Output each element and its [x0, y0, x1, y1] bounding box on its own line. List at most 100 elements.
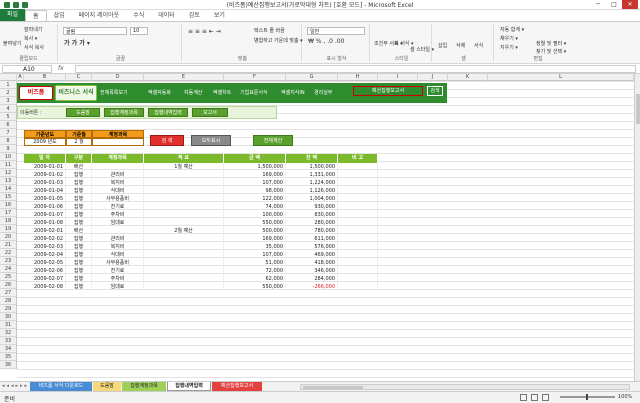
sheet-tab-accounts[interactable]: 집행계정과목	[122, 382, 166, 391]
table-cell[interactable]	[338, 211, 378, 219]
month-value[interactable]: 2 월	[66, 138, 92, 146]
entries-nav-button[interactable]: 집행내역입력	[148, 108, 188, 117]
table-cell[interactable]: 1,500,000	[224, 163, 286, 171]
row-header[interactable]: 19	[0, 225, 16, 233]
table-cell[interactable]: 780,000	[286, 227, 338, 235]
table-cell[interactable]: 576,000	[286, 243, 338, 251]
wrap-text-button[interactable]: 텍스트 줄 바꿈	[254, 27, 285, 34]
table-cell[interactable]	[338, 179, 378, 187]
row-header[interactable]: 29	[0, 305, 16, 313]
table-cell[interactable]: 집행	[66, 195, 92, 203]
table-cell[interactable]: 집행	[66, 275, 92, 283]
report-nav-button[interactable]: 보고서	[192, 108, 228, 117]
table-cell[interactable]: 사무용품비	[92, 259, 144, 267]
table-cell[interactable]: -266,000	[286, 283, 338, 291]
help-nav-button[interactable]: 도움말	[66, 108, 100, 117]
sheet-tab-report[interactable]: 예산집행보고서	[212, 382, 262, 391]
table-cell[interactable]: 169,000	[224, 171, 286, 179]
row-header[interactable]: 2	[0, 89, 16, 97]
table-cell[interactable]	[92, 227, 144, 235]
row-header[interactable]: 17	[0, 209, 16, 217]
select-all-corner[interactable]	[0, 74, 17, 81]
table-cell[interactable]: 2009-01-08	[24, 219, 66, 227]
table-cell[interactable]: 복지비	[92, 243, 144, 251]
zoom-thumb[interactable]	[586, 394, 588, 400]
table-cell[interactable]	[144, 203, 224, 211]
table-cell[interactable]: 74,000	[224, 203, 286, 211]
bold-button[interactable]: 가 가 가 ▾	[64, 38, 90, 47]
menu-excel-knowledge[interactable]: 엑셀지식IN	[281, 86, 305, 100]
table-cell[interactable]: 집행	[66, 211, 92, 219]
row-header[interactable]: 10	[0, 153, 16, 161]
column-header[interactable]: G	[286, 74, 338, 81]
table-cell[interactable]: 51,000	[224, 259, 286, 267]
table-cell[interactable]: 2009-01-05	[24, 195, 66, 203]
table-cell[interactable]: 107,000	[224, 179, 286, 187]
table-cell[interactable]: 98,000	[224, 187, 286, 195]
vertical-scrollbar[interactable]	[634, 74, 640, 381]
table-cell[interactable]: 72,000	[224, 267, 286, 275]
table-cell[interactable]	[338, 227, 378, 235]
table-cell[interactable]	[338, 219, 378, 227]
hscroll-thumb[interactable]	[303, 386, 363, 389]
table-cell[interactable]	[338, 187, 378, 195]
row-header[interactable]: 34	[0, 345, 16, 353]
font-name-select[interactable]: 굴림	[63, 27, 127, 35]
show-all-button[interactable]: 모두표시	[191, 135, 231, 146]
table-cell[interactable]	[144, 219, 224, 227]
row-header[interactable]: 18	[0, 217, 16, 225]
table-cell[interactable]	[144, 171, 224, 179]
year-value[interactable]: 2009 년도	[24, 138, 66, 146]
sort-filter-button[interactable]: 정렬 및 필터 ▾	[536, 40, 566, 47]
row-header[interactable]: 26	[0, 281, 16, 289]
table-cell[interactable]: 1,126,000	[286, 187, 338, 195]
table-cell[interactable]: 62,000	[224, 275, 286, 283]
tab-page-layout[interactable]: 페이지 레이아웃	[72, 10, 127, 21]
paste-button[interactable]: 붙여넣기	[3, 40, 21, 47]
name-box[interactable]: A10	[2, 65, 52, 73]
formula-input[interactable]	[75, 65, 636, 73]
row-header[interactable]: 4	[0, 105, 16, 113]
table-cell[interactable]	[338, 283, 378, 291]
table-cell[interactable]: 집행	[66, 187, 92, 195]
table-cell[interactable]: 집행	[66, 203, 92, 211]
row-header[interactable]: 36	[0, 361, 16, 369]
menu-accounting[interactable]: 경리실무	[314, 86, 332, 100]
menu-all-list[interactable]: 전체목록보기	[100, 86, 128, 100]
table-cell[interactable]: 2009-02-01	[24, 227, 66, 235]
row-header[interactable]: 6	[0, 121, 16, 129]
cut-button[interactable]: 잘라내기	[24, 26, 42, 33]
table-cell[interactable]	[338, 203, 378, 211]
table-cell[interactable]: 2009-01-06	[24, 203, 66, 211]
row-header[interactable]: 3	[0, 97, 16, 105]
table-cell[interactable]: 550,000	[224, 219, 286, 227]
table-cell[interactable]	[144, 259, 224, 267]
table-cell[interactable]	[338, 275, 378, 283]
row-header[interactable]: 24	[0, 265, 16, 273]
number-format-select[interactable]: 일반	[307, 27, 365, 35]
table-cell[interactable]: 1,500,000	[286, 163, 338, 171]
menu-excel-automation[interactable]: 엑셀자동화	[148, 86, 171, 100]
format-cells-button[interactable]: 서식	[474, 42, 483, 49]
table-cell[interactable]	[338, 267, 378, 275]
table-cell[interactable]: 집행	[66, 219, 92, 227]
maximize-button[interactable]: □	[606, 0, 622, 9]
column-header[interactable]: D	[92, 74, 144, 81]
report-search-button[interactable]: 검색	[427, 86, 443, 96]
table-cell[interactable]: 주차비	[92, 275, 144, 283]
row-header[interactable]: 22	[0, 249, 16, 257]
table-cell[interactable]: 2009-02-03	[24, 243, 66, 251]
autosum-button[interactable]: 자동 합계 ▾	[500, 26, 524, 33]
table-cell[interactable]: 2009-01-03	[24, 179, 66, 187]
table-cell[interactable]: 550,000	[224, 283, 286, 291]
table-cell[interactable]	[144, 243, 224, 251]
table-cell[interactable]: 집행	[66, 259, 92, 267]
table-cell[interactable]: 관리비	[92, 171, 144, 179]
table-cell[interactable]	[144, 251, 224, 259]
row-header[interactable]: 1	[0, 81, 16, 89]
table-cell[interactable]: 집행	[66, 179, 92, 187]
row-header[interactable]: 9	[0, 145, 16, 153]
table-cell[interactable]: 2009-02-02	[24, 235, 66, 243]
table-cell[interactable]	[338, 235, 378, 243]
sheet-tab-download[interactable]: 비즈폼 서식 다운로드	[30, 382, 92, 391]
